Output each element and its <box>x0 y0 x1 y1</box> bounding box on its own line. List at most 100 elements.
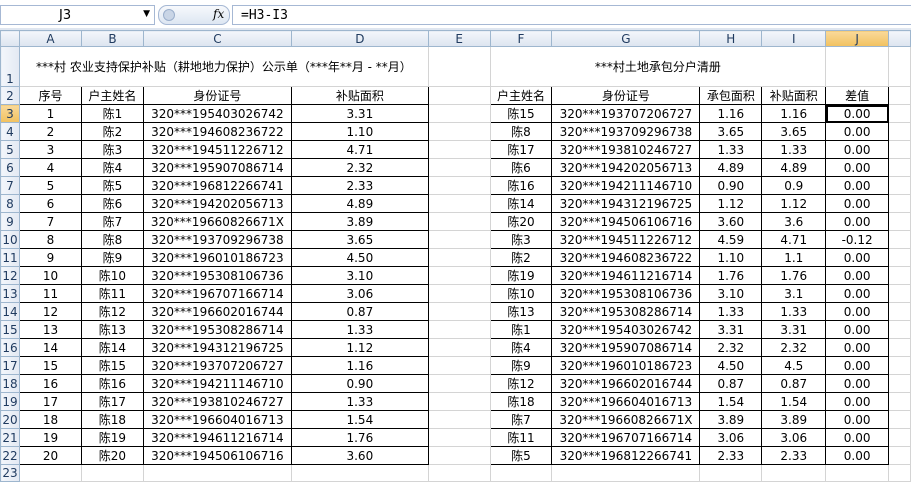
left-table-cell[interactable]: 19 <box>18 428 82 447</box>
right-table-cell[interactable]: 陈2 <box>489 248 553 267</box>
selected-cell-j3[interactable]: 0.00 <box>825 104 890 123</box>
right-table-cell[interactable]: 0.00 <box>825 140 890 159</box>
left-table-cell[interactable]: 陈10 <box>80 266 144 285</box>
row-header-6[interactable]: 6 <box>0 158 20 177</box>
cell[interactable] <box>427 140 491 159</box>
right-table-cell[interactable]: 陈7 <box>489 410 553 429</box>
cell[interactable] <box>888 266 911 285</box>
right-table-cell[interactable]: 2.32 <box>699 338 763 357</box>
cell[interactable] <box>427 212 491 231</box>
left-table-cell[interactable]: 320***195308106736 <box>142 266 292 285</box>
right-table-cell[interactable]: 0.00 <box>825 122 890 141</box>
right-table-cell[interactable]: 1.76 <box>699 266 763 285</box>
right-table-cell[interactable]: 1.33 <box>761 140 827 159</box>
left-table-cell[interactable]: 陈14 <box>80 338 144 357</box>
cell[interactable] <box>427 248 491 267</box>
right-table-cell[interactable]: 1.10 <box>699 248 763 267</box>
row-header-17[interactable]: 17 <box>0 356 20 375</box>
right-table-cell[interactable]: 陈13 <box>489 302 553 321</box>
cell[interactable] <box>888 194 911 213</box>
left-table-cell[interactable]: 陈8 <box>80 230 144 249</box>
right-table-cell[interactable]: 1.16 <box>761 104 827 123</box>
formula-input[interactable]: =H3-I3 <box>232 5 911 25</box>
cell[interactable] <box>888 248 911 267</box>
left-table-cell[interactable]: 陈15 <box>80 356 144 375</box>
right-table-cell[interactable]: 0.00 <box>825 212 890 231</box>
cell[interactable] <box>427 338 491 357</box>
column-header-d[interactable]: D <box>290 30 429 47</box>
right-table-cell[interactable]: 0.90 <box>699 176 763 195</box>
left-table-cell[interactable]: 4.89 <box>290 194 429 213</box>
left-table-cell[interactable]: 320***194211146710 <box>142 374 292 393</box>
cell[interactable] <box>290 464 429 482</box>
right-table-cell[interactable]: 陈15 <box>489 104 553 123</box>
row-header-22[interactable]: 22 <box>0 446 20 465</box>
right-table-cell[interactable]: 4.59 <box>699 230 763 249</box>
right-table-cell[interactable]: 1.12 <box>761 194 827 213</box>
left-header-cell[interactable]: 身份证号 <box>142 86 292 105</box>
left-table-cell[interactable]: 7 <box>18 212 82 231</box>
left-table-cell[interactable]: 陈19 <box>80 428 144 447</box>
right-table-cell[interactable]: 1.54 <box>761 392 827 411</box>
cell[interactable] <box>427 158 491 177</box>
left-table-cell[interactable]: 陈6 <box>80 194 144 213</box>
left-table-cell[interactable]: 陈7 <box>80 212 144 231</box>
cell[interactable] <box>761 464 827 482</box>
column-header-g[interactable]: G <box>551 30 701 47</box>
right-table-cell[interactable]: 3.65 <box>761 122 827 141</box>
cell[interactable] <box>888 104 911 123</box>
right-table-cell[interactable]: 320***196602016744 <box>551 374 701 393</box>
right-table-cell[interactable]: 1.12 <box>699 194 763 213</box>
right-table-cell[interactable]: 1.33 <box>699 140 763 159</box>
row-header-2[interactable]: 2 <box>0 86 20 105</box>
left-table-cell[interactable]: 1 <box>18 104 82 123</box>
left-table-cell[interactable]: 陈4 <box>80 158 144 177</box>
right-table-cell[interactable]: 0.00 <box>825 158 890 177</box>
column-header-h[interactable]: H <box>699 30 763 47</box>
right-table-cell[interactable]: 陈11 <box>489 428 553 447</box>
cell[interactable] <box>80 464 144 482</box>
right-header-cell[interactable]: 身份证号 <box>551 86 701 105</box>
cell[interactable] <box>427 194 491 213</box>
right-table-cell[interactable]: 3.10 <box>699 284 763 303</box>
right-table-cell[interactable]: 320***194511226712 <box>551 230 701 249</box>
right-table-cell[interactable]: 0.00 <box>825 446 890 465</box>
cell[interactable] <box>427 320 491 339</box>
cell[interactable] <box>888 428 911 447</box>
right-table-cell[interactable]: 0.00 <box>825 392 890 411</box>
left-table-cell[interactable]: 陈2 <box>80 122 144 141</box>
chevron-down-icon[interactable]: ▼ <box>143 9 150 19</box>
right-table-cell[interactable]: 0.00 <box>825 266 890 285</box>
resize-handle-icon[interactable] <box>163 9 175 21</box>
cell[interactable] <box>427 284 491 303</box>
column-header-i[interactable]: I <box>761 30 827 47</box>
left-table-cell[interactable]: 15 <box>18 356 82 375</box>
right-table-cell[interactable]: 0.00 <box>825 338 890 357</box>
row-header-5[interactable]: 5 <box>0 140 20 159</box>
right-table-cell[interactable]: 陈12 <box>489 374 553 393</box>
right-table-cell[interactable]: 陈4 <box>489 338 553 357</box>
right-table-cell[interactable]: -0.12 <box>825 230 890 249</box>
right-table-cell[interactable]: 320***195308286714 <box>551 302 701 321</box>
cell[interactable] <box>888 46 911 87</box>
right-table-cell[interactable]: 陈16 <box>489 176 553 195</box>
row-header-14[interactable]: 14 <box>0 302 20 321</box>
cell[interactable] <box>427 374 491 393</box>
row-header-19[interactable]: 19 <box>0 392 20 411</box>
right-table-cell[interactable]: 320***195403026742 <box>551 320 701 339</box>
left-table-cell[interactable]: 6 <box>18 194 82 213</box>
row-header-16[interactable]: 16 <box>0 338 20 357</box>
right-table-cell[interactable]: 1.16 <box>699 104 763 123</box>
right-table-cell[interactable]: 4.71 <box>761 230 827 249</box>
right-table-cell[interactable]: 320***194211146710 <box>551 176 701 195</box>
cell[interactable] <box>427 266 491 285</box>
cell[interactable] <box>888 86 911 105</box>
cell[interactable] <box>427 302 491 321</box>
left-table-cell[interactable]: 3.06 <box>290 284 429 303</box>
right-table-cell[interactable]: 陈14 <box>489 194 553 213</box>
left-table-cell[interactable]: 320***196010186723 <box>142 248 292 267</box>
right-table-cell[interactable]: 320***194506106716 <box>551 212 701 231</box>
right-table-cell[interactable]: 0.00 <box>825 194 890 213</box>
left-table-cell[interactable]: 1.54 <box>290 410 429 429</box>
right-table-cell[interactable]: 320***19660826671X <box>551 410 701 429</box>
